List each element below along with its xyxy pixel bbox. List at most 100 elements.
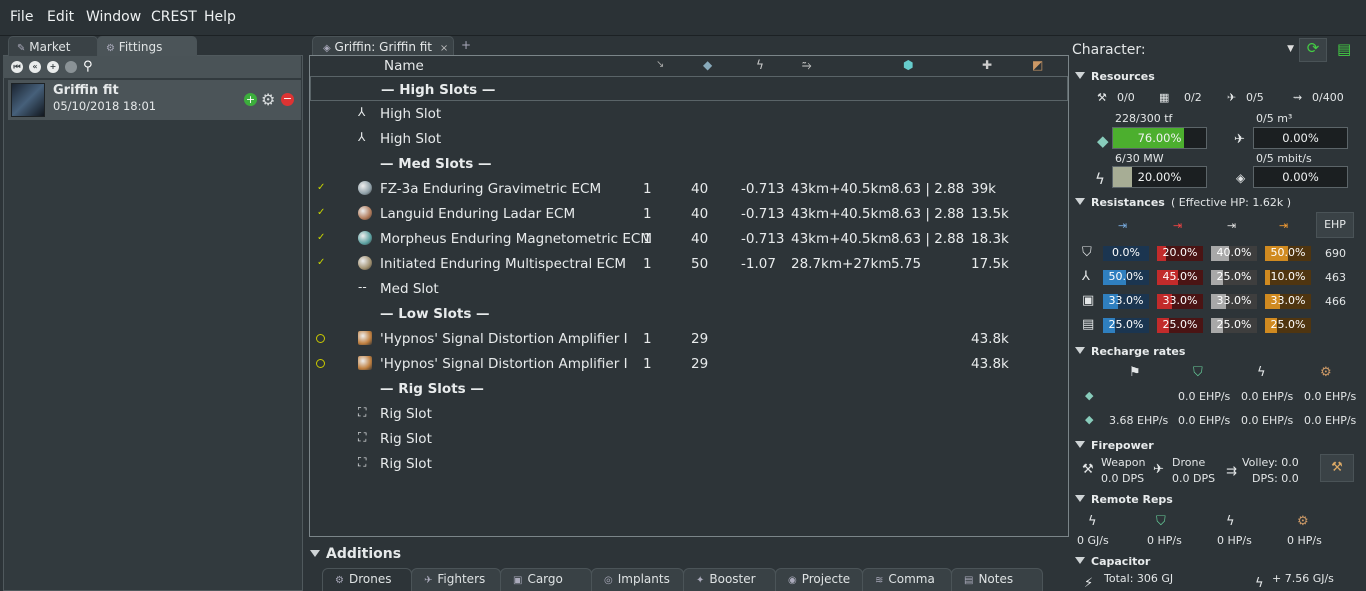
- section-label: — Low Slots —: [380, 306, 490, 322]
- optimal-column-icon[interactable]: ✚: [982, 58, 992, 72]
- powergrid-column-icon[interactable]: ϟ: [756, 58, 764, 72]
- hull-rep-icon: ⚙: [1320, 365, 1332, 380]
- fittings-tab-icon: ⚙: [106, 43, 115, 54]
- recharge-value: 0.0 EHP/s: [1304, 414, 1357, 427]
- fit-list-item[interactable]: Griffin fit 05/10/2018 18:01 + ⚙ −: [8, 80, 301, 120]
- module-stat-c1: 1: [643, 356, 652, 372]
- empty-slot-row[interactable]: ⅄ High Slot: [310, 126, 1068, 151]
- refresh-icon[interactable]: ⟳: [1299, 38, 1327, 62]
- remote-shield-value: 0 HP/s: [1147, 534, 1182, 547]
- resistances-header[interactable]: Resistances: [1075, 196, 1165, 209]
- empty-slot-row[interactable]: ⛶ Rig Slot: [310, 426, 1068, 451]
- high-slot-icon: ⅄: [358, 105, 366, 119]
- tab-projecte[interactable]: ◉ Projecte: [775, 568, 863, 591]
- tab-notes[interactable]: ▤ Notes: [951, 568, 1043, 591]
- rig-slot-icon: ⛶: [358, 430, 367, 444]
- add-fit-icon[interactable]: +: [244, 93, 257, 106]
- slot-section-header[interactable]: — Low Slots —: [310, 301, 1068, 326]
- tab-fittings[interactable]: ⚙ Fittings: [97, 36, 197, 56]
- tab-fit[interactable]: ◈ Griffin: Griffin fit ×: [312, 36, 454, 56]
- module-state-icon[interactable]: [316, 359, 325, 368]
- first-page-icon[interactable]: ⏮: [11, 61, 23, 73]
- delete-fit-icon[interactable]: −: [281, 93, 294, 106]
- ehp-value: 463: [1325, 271, 1346, 284]
- em-resist-icon: ⇥: [1118, 219, 1128, 232]
- menu-bar: File Edit Window CREST Help: [0, 0, 1366, 36]
- drones-tab-icon: ⚙: [335, 575, 344, 586]
- module-state-icon[interactable]: [316, 334, 325, 343]
- name-column-header[interactable]: Name: [384, 58, 424, 74]
- module-row[interactable]: 'Hypnos' Signal Distortion Amplifier I 1 2…: [310, 326, 1068, 351]
- slot-section-header[interactable]: — High Slots —: [310, 76, 1068, 101]
- tab-drones[interactable]: ⚙ Drones: [322, 568, 412, 591]
- character-select[interactable]: ▼: [1234, 40, 1294, 60]
- resist-fill: [1265, 270, 1270, 285]
- character-editor-icon[interactable]: ▤: [1337, 40, 1351, 58]
- module-online-icon[interactable]: ✓: [317, 182, 325, 193]
- tab-fighters[interactable]: ✈ Fighters: [411, 568, 501, 591]
- module-row[interactable]: ✓ Languid Enduring Ladar ECM 1 40 -0.713 43km…: [310, 201, 1068, 226]
- empty-slot-row[interactable]: ⛶ Rig Slot: [310, 451, 1068, 476]
- back-icon[interactable]: «: [29, 61, 41, 73]
- recharge-label: Recharge rates: [1091, 345, 1186, 358]
- module-stat-c5: 5.75: [891, 256, 922, 272]
- ehp-value: 466: [1325, 295, 1346, 308]
- empty-slot-row[interactable]: ⅄ High Slot: [310, 101, 1068, 126]
- tab-cargo[interactable]: ▣ Cargo: [500, 568, 592, 591]
- tab-market[interactable]: ✎ Market: [8, 36, 98, 56]
- range-column-icon[interactable]: ⬢: [903, 58, 913, 72]
- high-slot-icon: ⅄: [358, 130, 366, 144]
- drone-label: Drone: [1172, 456, 1206, 469]
- disabled-action-icon[interactable]: [65, 61, 77, 73]
- menu-file[interactable]: File: [10, 9, 33, 25]
- module-online-icon[interactable]: ✓: [317, 257, 325, 268]
- implants-tab-icon: ◎: [604, 575, 613, 586]
- amount-column-icon[interactable]: ↘: [656, 59, 664, 70]
- empty-slot-row[interactable]: ⛶ Rig Slot: [310, 401, 1068, 426]
- new-tab-icon[interactable]: +: [461, 38, 471, 52]
- tab-fittings-label: Fittings: [118, 40, 163, 54]
- dps-value: DPS: 0.0: [1252, 472, 1299, 485]
- module-row[interactable]: ✓ FZ-3a Enduring Gravimetric ECM 1 40 -0.713…: [310, 176, 1068, 201]
- slot-section-header[interactable]: — Med Slots —: [310, 151, 1068, 176]
- tab-implants[interactable]: ◎ Implants: [591, 568, 684, 591]
- menu-crest[interactable]: CREST: [151, 9, 197, 25]
- drone-bay-bar: 0.00%: [1253, 127, 1348, 149]
- empty-slot-row[interactable]: -- Med Slot: [310, 276, 1068, 301]
- reinforced-icon: ◆: [1085, 389, 1094, 402]
- module-online-icon[interactable]: ✓: [317, 232, 325, 243]
- recharge-header[interactable]: Recharge rates: [1075, 345, 1185, 358]
- powergrid-bar: 20.00%: [1112, 166, 1207, 188]
- module-row[interactable]: 'Hypnos' Signal Distortion Amplifier I 1 2…: [310, 351, 1068, 376]
- remote-cap-value: 0 GJ/s: [1077, 534, 1109, 547]
- fit-name: Griffin fit: [53, 83, 119, 98]
- search-icon[interactable]: ⚲: [83, 59, 93, 74]
- price-column-icon[interactable]: ◩: [1032, 58, 1043, 72]
- turret-hardpoints: 0/0: [1117, 91, 1135, 104]
- capacitor-header[interactable]: Capacitor: [1075, 555, 1150, 568]
- tab-comma[interactable]: ≋ Comma: [862, 568, 952, 591]
- add-icon[interactable]: +: [47, 61, 59, 73]
- module-row[interactable]: ✓ Initiated Enduring Multispectral ECM 1 50…: [310, 251, 1068, 276]
- additions-header[interactable]: Additions: [310, 546, 401, 562]
- module-stat-c1: 1: [643, 256, 652, 272]
- menu-help[interactable]: Help: [204, 9, 236, 25]
- tab-booster[interactable]: ✦ Booster: [683, 568, 776, 591]
- slot-section-header[interactable]: — Rig Slots —: [310, 376, 1068, 401]
- gear-icon[interactable]: ⚙: [261, 90, 275, 109]
- menu-edit[interactable]: Edit: [47, 9, 74, 25]
- resources-header[interactable]: Resources: [1075, 70, 1155, 83]
- firepower-header[interactable]: Firepower: [1075, 439, 1154, 452]
- menu-window[interactable]: Window: [86, 9, 141, 25]
- fit-tab-icon: ◈: [323, 43, 331, 54]
- module-online-icon[interactable]: ✓: [317, 207, 325, 218]
- ehp-toggle-button[interactable]: EHP: [1316, 212, 1354, 238]
- remote-reps-header[interactable]: Remote Reps: [1075, 493, 1173, 506]
- tab-label: Booster: [709, 572, 756, 586]
- item-name: Rig Slot: [380, 406, 432, 422]
- capacitor-column-icon[interactable]: ⥲: [802, 58, 812, 73]
- close-tab-icon[interactable]: ×: [440, 43, 448, 54]
- module-row[interactable]: ✓ Morpheus Enduring Magnetometric ECM 1 40 -…: [310, 226, 1068, 251]
- damage-pattern-button[interactable]: ⚒: [1320, 454, 1354, 482]
- cpu-column-icon[interactable]: ◆: [703, 58, 712, 72]
